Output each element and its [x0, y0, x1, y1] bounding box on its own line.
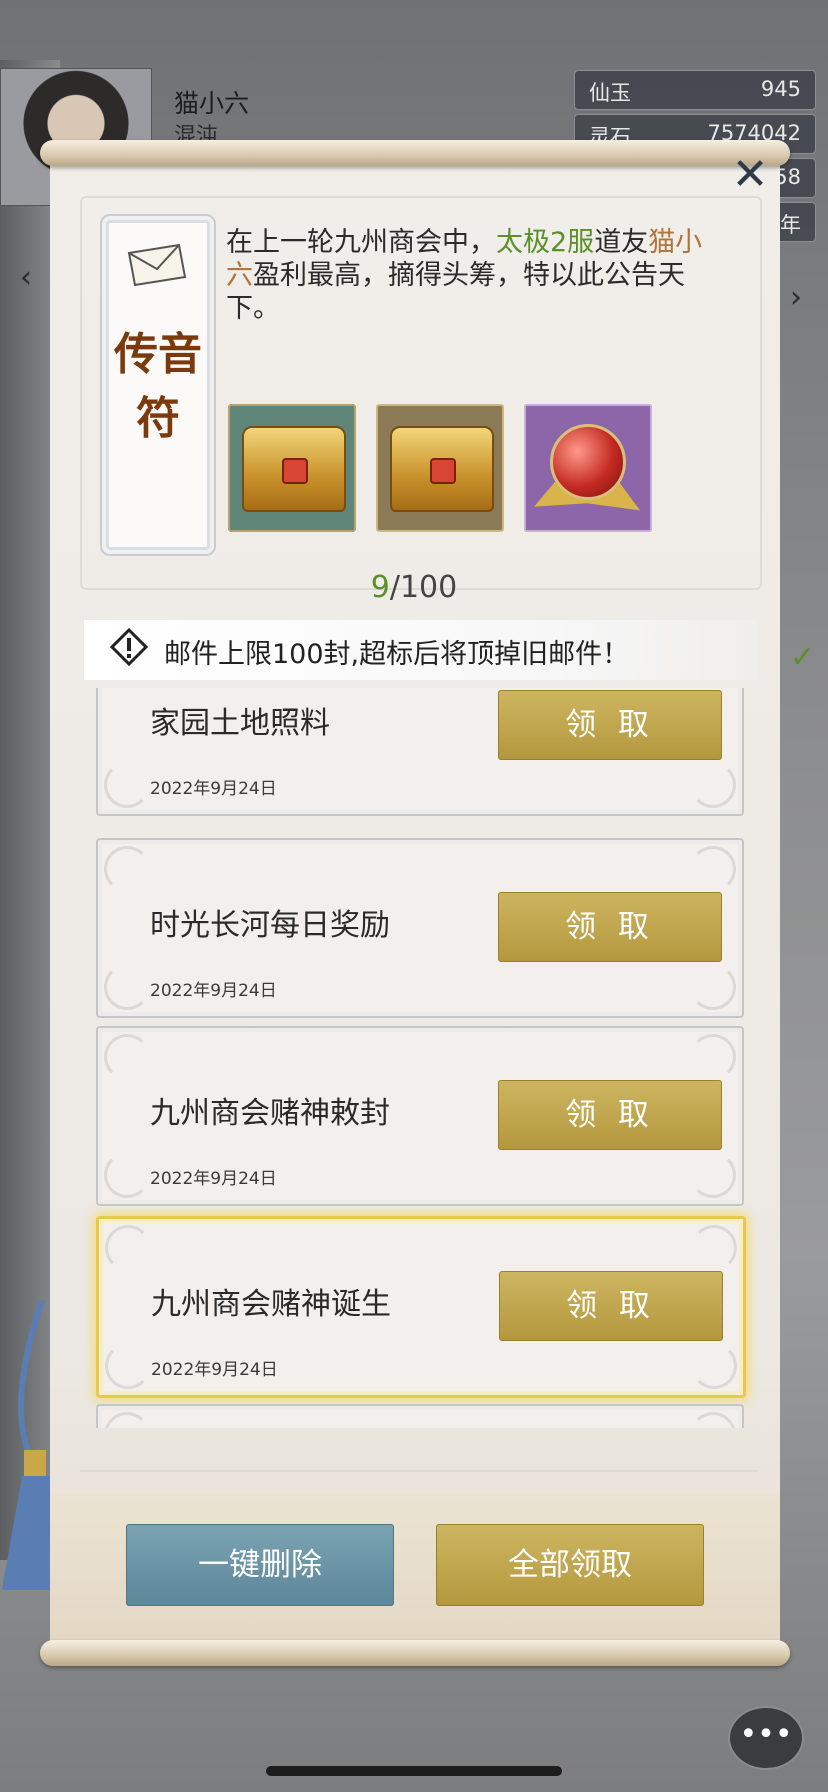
close-button[interactable]: ✕: [724, 152, 776, 198]
claim-button[interactable]: 领 取: [498, 1080, 722, 1150]
right-arrow-icon[interactable]: ›: [790, 280, 802, 315]
mail-item[interactable]: [96, 1404, 744, 1428]
server-name: 太极2服: [496, 227, 595, 258]
left-arrow-icon[interactable]: ‹: [20, 260, 32, 295]
claim-button[interactable]: 领 取: [499, 1271, 723, 1341]
mail-counter: 9/100: [0, 570, 828, 605]
reward-red-orb[interactable]: [524, 404, 652, 532]
claim-button[interactable]: 领 取: [498, 690, 722, 760]
scroll-rod-top: [40, 140, 790, 166]
envelope-icon: [127, 243, 187, 287]
mail-item-selected[interactable]: 九州商会赌神诞生 2022年9月24日 领 取: [96, 1216, 746, 1398]
reward-golden-chest[interactable]: [228, 404, 356, 532]
orb-icon: [550, 424, 626, 500]
chest-icon: [242, 426, 346, 512]
notice-text: 在上一轮九州商会中，太极2服道友猫小六盈利最高，摘得头筹，特以此公告天下。: [226, 227, 703, 324]
chat-icon[interactable]: •••: [728, 1706, 804, 1770]
resource-label: 仙玉: [589, 81, 631, 105]
mail-date: 2022年9月24日: [150, 779, 277, 799]
mail-item[interactable]: 时光长河每日奖励 2022年9月24日 领 取: [96, 838, 744, 1018]
mail-count-max: /100: [389, 570, 458, 605]
mail-title: 九州商会赌神敕封: [150, 1096, 390, 1131]
claim-button[interactable]: 领 取: [498, 892, 722, 962]
claim-all-button[interactable]: 全部领取: [436, 1524, 704, 1606]
reward-golden-card-chest[interactable]: [376, 404, 504, 532]
list-frame-bottom: [80, 1430, 758, 1472]
mail-list[interactable]: 家园土地照料 2022年9月24日 领 取 时光长河每日奖励 2022年9月24…: [80, 688, 760, 1428]
warning-icon: [110, 628, 148, 666]
scroll-rod-bottom: [40, 1640, 790, 1666]
resource-xianyu: 仙玉 945: [574, 70, 816, 110]
delete-all-button[interactable]: 一键删除: [126, 1524, 394, 1606]
mail-item[interactable]: 九州商会赌神敕封 2022年9月24日 领 取: [96, 1026, 744, 1206]
mail-date: 2022年9月24日: [150, 1169, 277, 1189]
resource-value: 945: [760, 77, 801, 101]
talisman-title: 传音符: [114, 329, 202, 444]
resource-value: 年: [780, 213, 801, 237]
talisman-card: 传音符: [106, 220, 210, 550]
card-chest-icon: [390, 426, 494, 512]
check-icon[interactable]: ✓: [790, 640, 815, 675]
mail-date: 2022年9月24日: [151, 1360, 278, 1380]
mail-title: 时光长河每日奖励: [150, 908, 390, 943]
mail-count-current: 9: [370, 570, 390, 605]
mail-title: 家园土地照料: [150, 706, 330, 741]
player-name: 猫小六: [174, 89, 250, 118]
mail-date: 2022年9月24日: [150, 981, 277, 1001]
mail-title: 九州商会赌神诞生: [151, 1287, 391, 1322]
home-indicator[interactable]: [266, 1766, 562, 1776]
warning-text: 邮件上限100封,超标后将顶掉旧邮件！: [164, 639, 630, 670]
mail-item[interactable]: 家园土地照料 2022年9月24日 领 取: [96, 688, 744, 816]
